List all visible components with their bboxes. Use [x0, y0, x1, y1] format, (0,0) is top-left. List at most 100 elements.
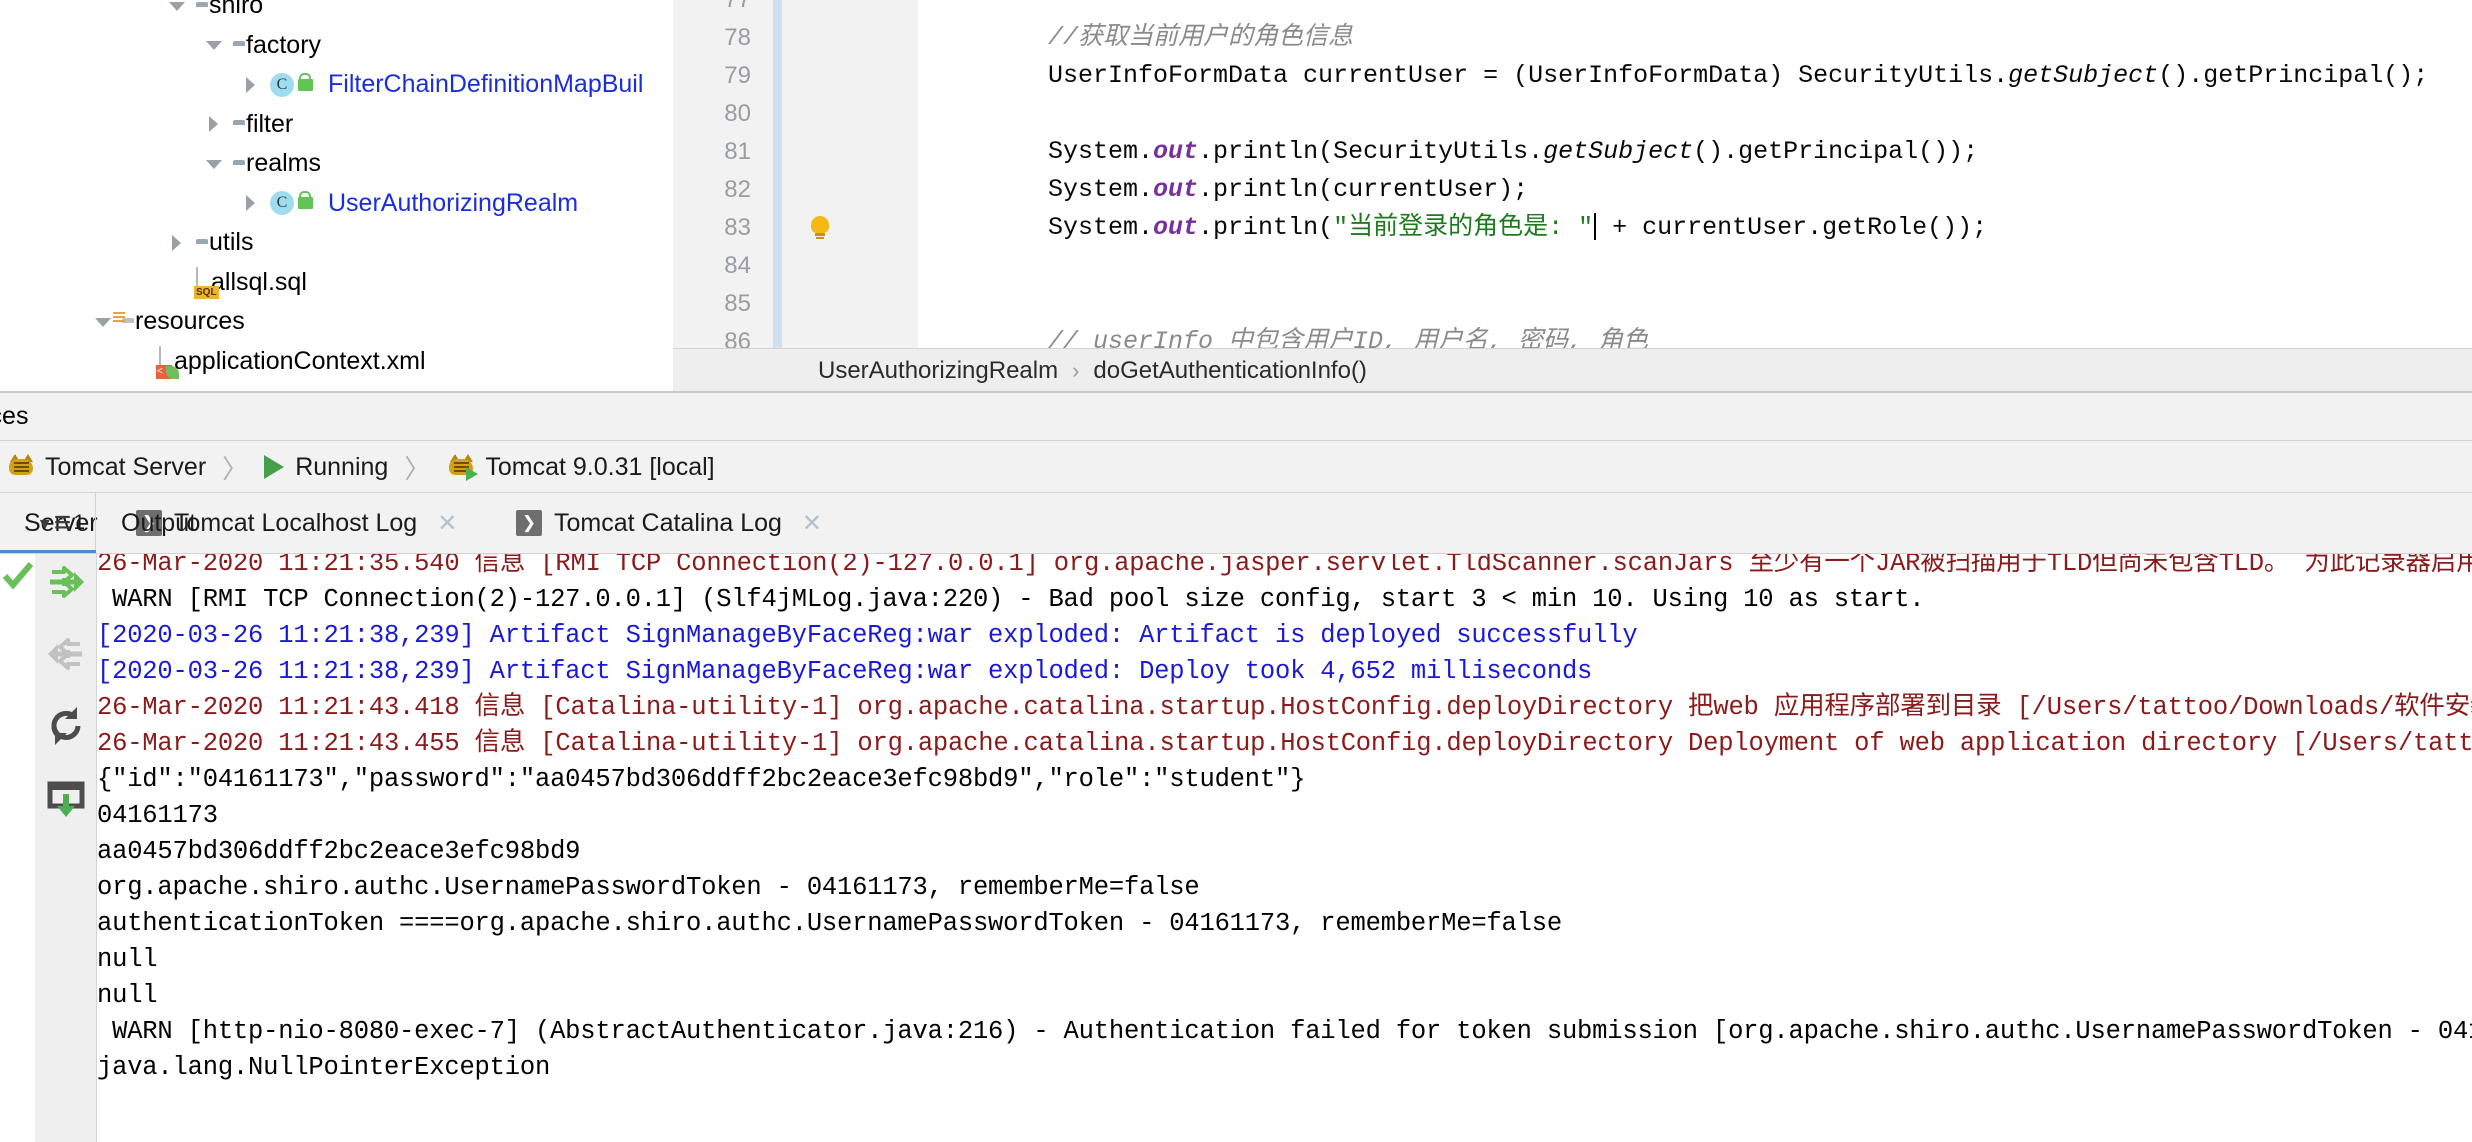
- filter-count: 1: [73, 511, 85, 534]
- tree-item-filterchaindefinitionmapbuil[interactable]: C FilterChainDefinitionMapBuil: [240, 65, 643, 105]
- line-number: 83: [724, 214, 751, 241]
- code-token: System.: [1048, 137, 1154, 166]
- tree-item-factory[interactable]: factory: [203, 26, 321, 66]
- tab-tomcat-catalina-log[interactable]: ❯ Tomcat Catalina Log ✕: [500, 493, 838, 553]
- twisty-expanded-icon[interactable]: [166, 0, 188, 17]
- scroll-to-start-icon[interactable]: [44, 632, 88, 676]
- console-body: 26-Mar-2020 11:21:35.540 信息 [RMI TCP Con…: [0, 554, 2472, 1142]
- twisty-collapsed-icon[interactable]: [240, 74, 262, 96]
- export-icon[interactable]: [44, 776, 88, 820]
- console-line: 26-Mar-2020 11:21:43.455 信息 [Catalina-ut…: [97, 729, 2472, 758]
- breadcrumb-separator-icon: ›: [1072, 357, 1080, 383]
- code-line[interactable]: [918, 285, 1048, 323]
- console-line: null: [97, 945, 158, 974]
- tomcat-running-icon: [446, 454, 479, 481]
- tab-output[interactable]: Output: [97, 493, 220, 553]
- close-icon[interactable]: ✕: [802, 509, 822, 538]
- code-line[interactable]: System.out.println("当前登录的角色是: " + curren…: [918, 209, 1987, 247]
- console-line: WARN [RMI TCP Connection(2)-127.0.0.1] (…: [97, 585, 1925, 614]
- code-line[interactable]: [918, 247, 1048, 285]
- console-icon: ❯: [516, 510, 542, 536]
- twisty-collapsed-icon[interactable]: [240, 192, 262, 214]
- tomcat-icon: [6, 454, 36, 480]
- twisty-expanded-icon[interactable]: [203, 34, 225, 56]
- public-lock-icon: [298, 72, 313, 91]
- breadcrumb-method[interactable]: doGetAuthenticationInfo(): [1093, 357, 1367, 385]
- tab-output-label: Output: [121, 508, 197, 537]
- tree-item-shiro[interactable]: shiro: [166, 0, 263, 26]
- close-icon[interactable]: ✕: [437, 509, 457, 538]
- code-line[interactable]: [918, 0, 1048, 19]
- console-line: authenticationToken ====org.apache.shiro…: [97, 909, 1562, 938]
- breadcrumb-class[interactable]: UserAuthorizingRealm: [818, 357, 1058, 385]
- java-class-icon: C: [270, 72, 319, 97]
- run-breadcrumb-item-3[interactable]: Tomcat 9.0.31 [local]: [446, 453, 715, 482]
- code-token: //获取当前用户的角色信息: [1048, 23, 1354, 52]
- java-class-icon: C: [270, 191, 319, 216]
- twisty-collapsed-icon[interactable]: [203, 113, 225, 135]
- code-token: out: [1153, 137, 1199, 166]
- code-token: out: [1153, 175, 1199, 204]
- tree-item-label: resources: [135, 307, 245, 335]
- breadcrumb[interactable]: UserAuthorizingRealm › doGetAuthenticati…: [673, 348, 2472, 392]
- tree-item-utils[interactable]: utils: [166, 223, 253, 263]
- rerun-icon[interactable]: [44, 704, 88, 748]
- chevron-down-icon[interactable]: ▾: [40, 511, 50, 536]
- code-token: getSubject: [2008, 61, 2159, 90]
- log-level-filter[interactable]: ▾ ≡ 1: [0, 493, 96, 553]
- tree-item-label: filter: [246, 109, 294, 138]
- code-line[interactable]: //获取当前用户的角色信息: [918, 19, 1353, 57]
- code-editor[interactable]: 77787980818283848586 //获取当前用户的角色信息UserIn…: [673, 0, 2472, 392]
- code-token: + currentUser.getRole());: [1597, 213, 1988, 242]
- console-output[interactable]: 26-Mar-2020 11:21:35.540 信息 [RMI TCP Con…: [97, 554, 2472, 1142]
- code-line[interactable]: System.out.println(SecurityUtils.getSubj…: [918, 133, 1978, 171]
- code-text-area[interactable]: //获取当前用户的角色信息 UserInfoFormData currentUse…: [918, 0, 2472, 392]
- tree-item-userauthorizingrealm[interactable]: C UserAuthorizingRealm: [240, 184, 578, 224]
- filter-lines-icon[interactable]: ≡: [54, 508, 72, 538]
- code-line[interactable]: UserInfoFormData currentUser = (UserInfo…: [918, 57, 2428, 95]
- tree-item-applicationcontext-xml[interactable]: < applicationContext.xml: [129, 342, 426, 382]
- tree-item-realms[interactable]: realms: [203, 144, 321, 184]
- line-number: 85: [724, 290, 751, 317]
- ide-window: shiro factory C FilterChainDefinitionMapBui…: [0, 0, 2472, 1142]
- code-token: .println(: [1198, 213, 1334, 242]
- code-token: .println(currentUser);: [1198, 175, 1529, 204]
- tree-item-filter[interactable]: filter: [203, 105, 293, 145]
- console-toolbar[interactable]: [35, 554, 97, 1142]
- code-line[interactable]: [918, 95, 1048, 133]
- code-token: "当前登录的角色是: ": [1333, 213, 1594, 242]
- code-token: ().getPrincipal());: [1693, 137, 1979, 166]
- tree-item-label: applicationContext.xml: [174, 346, 426, 375]
- tree-item-allsql-sql[interactable]: SQL allsql.sql: [166, 263, 307, 303]
- run-configuration-breadcrumb[interactable]: Tomcat Server 〉 Running 〉 Tomcat 9.0.31 [loc…: [0, 442, 2472, 493]
- run-breadcrumb-item-2[interactable]: Running: [264, 453, 388, 482]
- tree-item-label: factory: [246, 30, 322, 59]
- editor-fold-column[interactable]: [887, 0, 919, 392]
- console-line: [2020-03-26 11:21:38,239] Artifact SignM…: [97, 621, 1638, 650]
- play-icon: [264, 455, 285, 479]
- code-token: System.: [1048, 213, 1154, 242]
- editor-gutter-icons[interactable]: [782, 0, 887, 392]
- twisty-expanded-icon[interactable]: [92, 311, 114, 333]
- tree-item-label: shiro: [209, 0, 264, 19]
- code-token: .println(SecurityUtils.: [1198, 137, 1544, 166]
- console-line: 04161173: [97, 801, 218, 830]
- project-tree[interactable]: shiro factory C FilterChainDefinitionMapBui…: [0, 0, 673, 392]
- sql-file-icon: SQL: [194, 263, 219, 303]
- run-breadcrumb-label: Tomcat Server: [45, 452, 207, 481]
- tree-item-resources[interactable]: resources: [92, 302, 245, 342]
- code-line[interactable]: System.out.println(currentUser);: [918, 171, 1528, 209]
- editor-changed-lines-stripe: [773, 0, 782, 392]
- run-breadcrumb-item-1[interactable]: Tomcat Server: [6, 453, 206, 482]
- spring-xml-file-icon: <: [156, 342, 179, 382]
- console-tabs[interactable]: Server ❯ Tomcat Localhost Log ✕ ❯ Tomcat Cata…: [0, 493, 2472, 554]
- twisty-collapsed-icon[interactable]: [166, 232, 188, 254]
- scroll-to-end-icon[interactable]: [44, 560, 88, 604]
- twisty-expanded-icon[interactable]: [203, 153, 225, 175]
- lightbulb-icon[interactable]: [811, 216, 829, 239]
- services-title-label: ices: [0, 402, 29, 430]
- services-tool-window: ices Tomcat Server 〉 Running 〉 Tomcat 9.0.31…: [0, 393, 2472, 1142]
- console-line: 26-Mar-2020 11:21:35.540 信息 [RMI TCP Con…: [97, 554, 2472, 578]
- green-check-icon: [2, 562, 34, 590]
- line-number: 78: [724, 24, 751, 51]
